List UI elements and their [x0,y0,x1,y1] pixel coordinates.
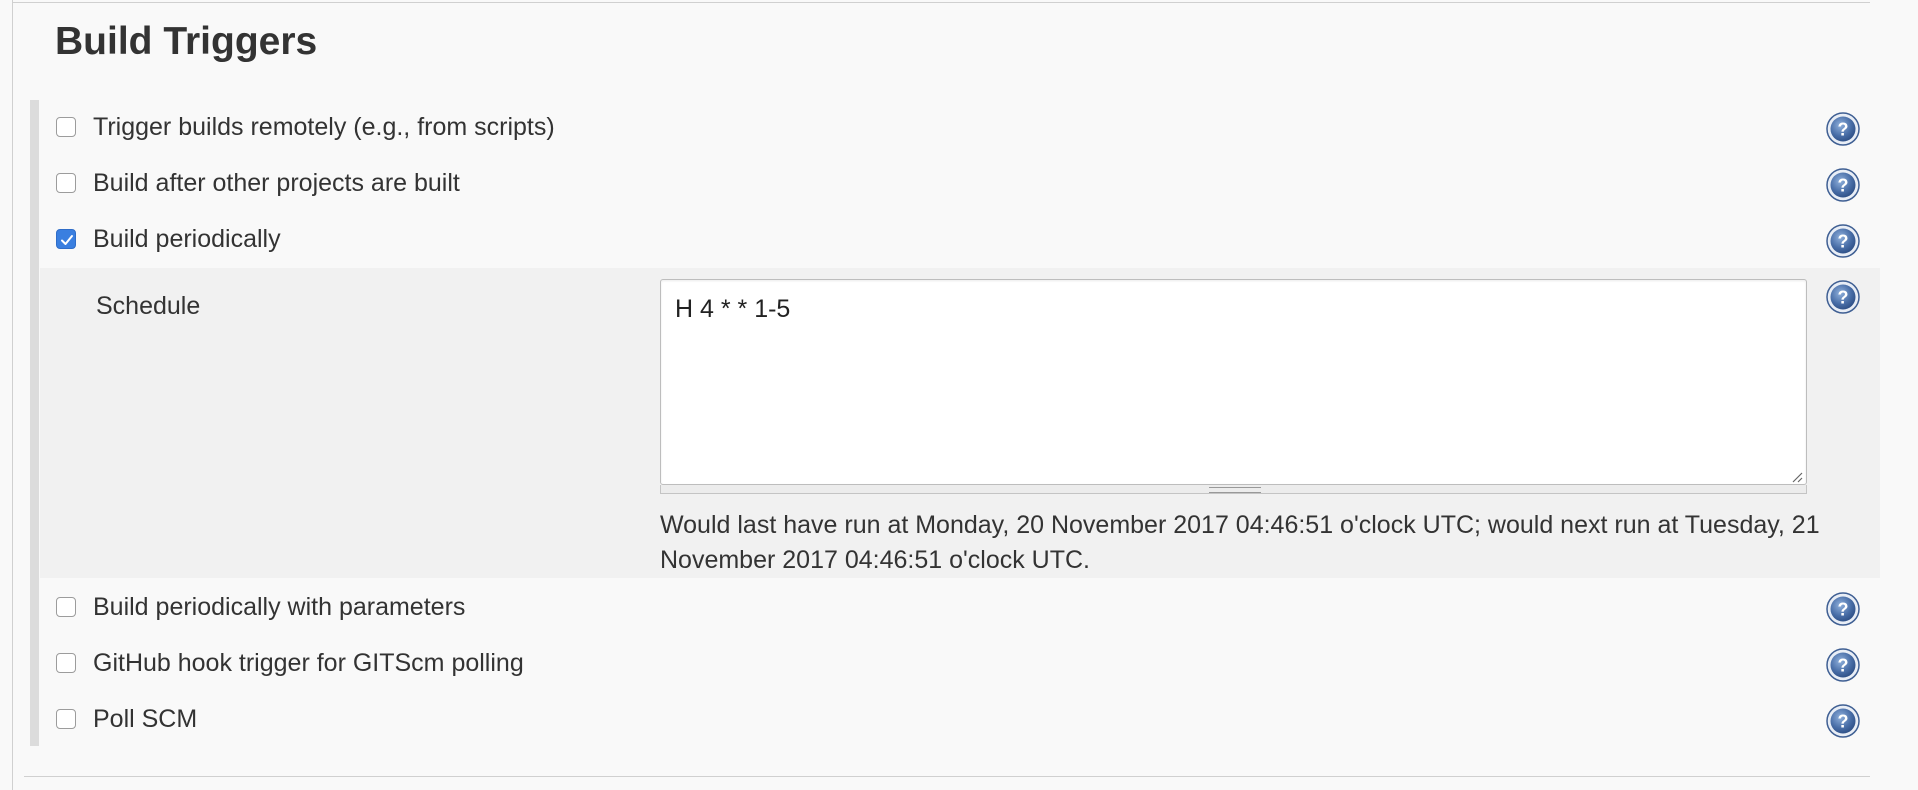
bottom-divider [24,776,1870,777]
help-icon[interactable] [1826,112,1860,146]
option-build-after-projects: Build after other projects are built [56,165,1866,205]
poll-scm-label[interactable]: Poll SCM [93,703,197,735]
option-github-hook-trigger: GitHub hook trigger for GITScm polling [56,645,1866,685]
github-hook-trigger-checkbox[interactable] [56,653,76,673]
trigger-remotely-label[interactable]: Trigger builds remotely (e.g., from scri… [93,111,555,143]
build-after-projects-checkbox[interactable] [56,173,76,193]
resize-handle-icon[interactable] [1789,469,1803,483]
build-periodically-checkbox[interactable] [56,229,76,249]
textarea-resize-grip[interactable] [660,485,1807,494]
schedule-label: Schedule [96,292,201,320]
build-periodically-label[interactable]: Build periodically [93,223,281,255]
checkmark-icon [61,235,73,245]
top-divider [12,2,1870,3]
build-after-projects-label[interactable]: Build after other projects are built [93,167,460,199]
option-build-periodically: Build periodically [56,221,1866,261]
help-icon[interactable] [1826,704,1860,738]
help-icon[interactable] [1826,648,1860,682]
option-trigger-remotely: Trigger builds remotely (e.g., from scri… [56,109,1866,149]
section-indent-bar [30,100,39,746]
schedule-field-wrapper [660,279,1807,495]
section-title: Build Triggers [55,20,318,63]
help-icon[interactable] [1826,224,1860,258]
trigger-remotely-checkbox[interactable] [56,117,76,137]
build-periodically-parameters-checkbox[interactable] [56,597,76,617]
build-triggers-page: Build Triggers Trigger builds remotely (… [0,0,1918,790]
poll-scm-checkbox[interactable] [56,709,76,729]
help-icon[interactable] [1826,592,1860,626]
help-icon[interactable] [1826,280,1860,314]
option-poll-scm: Poll SCM [56,701,1866,741]
option-build-periodically-parameters: Build periodically with parameters [56,589,1866,629]
help-icon[interactable] [1826,168,1860,202]
schedule-run-info: Would last have run at Monday, 20 Novemb… [660,511,1820,574]
github-hook-trigger-label[interactable]: GitHub hook trigger for GITScm polling [93,647,524,679]
grip-lines [1209,487,1261,493]
left-border [12,0,13,790]
schedule-textarea[interactable] [660,279,1807,485]
build-periodically-parameters-label[interactable]: Build periodically with parameters [93,591,465,623]
